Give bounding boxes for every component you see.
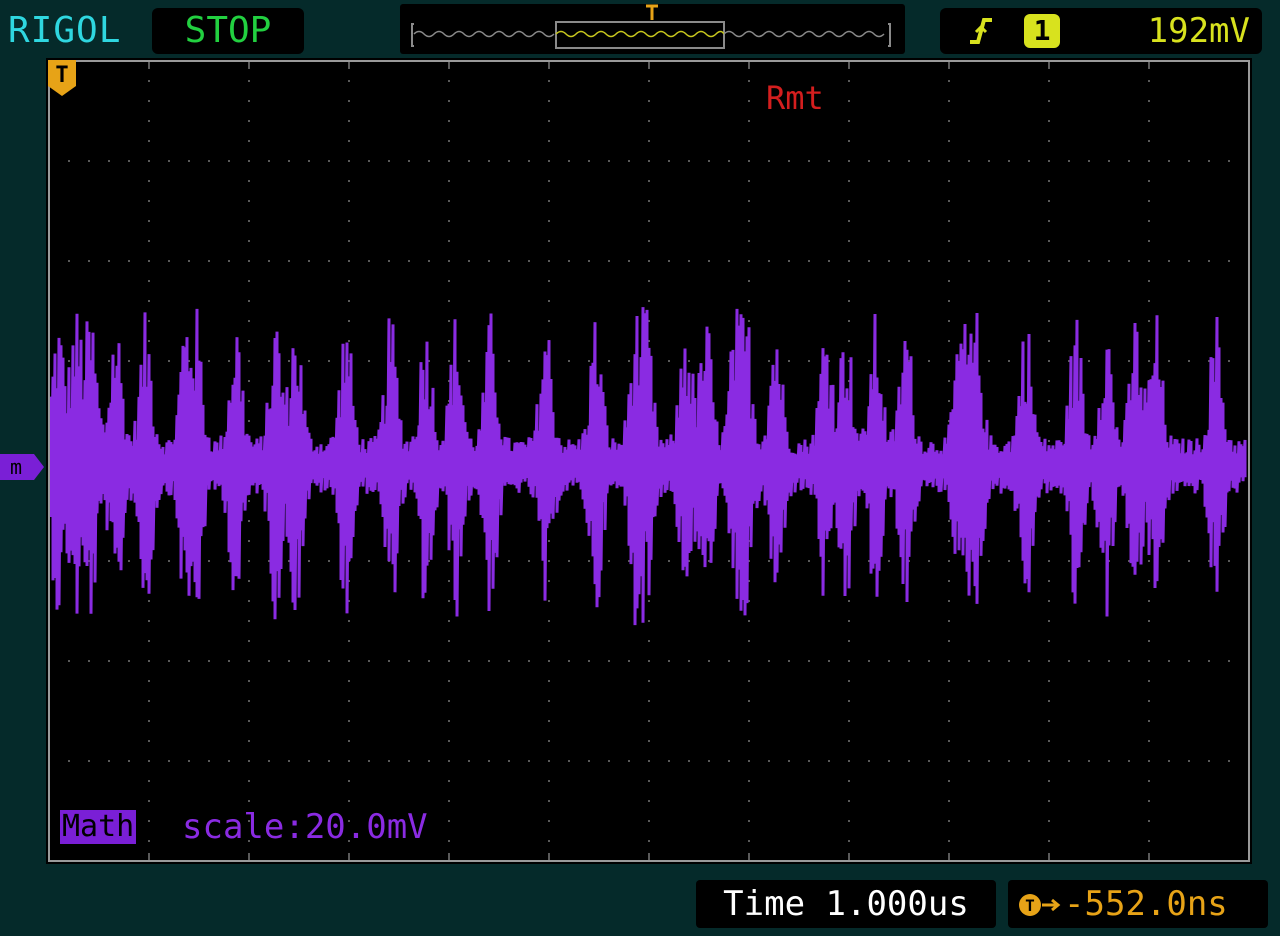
math-reference-marker-icon[interactable]: m (0, 452, 46, 482)
trigger-offset-icon: T (1019, 894, 1061, 916)
svg-text:T: T (55, 63, 68, 88)
trigger-source-badge: 1 (1024, 14, 1060, 48)
math-ref-marker-label: m (10, 455, 22, 479)
math-trace (49, 307, 1247, 626)
trigger-offset-value: -552.0ns (1064, 884, 1228, 924)
trigger-level: 192mV (1147, 11, 1250, 51)
trigger-mode-text: Rmt (766, 79, 824, 117)
math-channel-label: Math (60, 809, 137, 844)
run-stop-status[interactable]: STOP (152, 8, 304, 54)
math-scale-readout: scale:20.0mV (182, 807, 428, 847)
trigger-position-top-icon (646, 4, 658, 20)
waveform-display[interactable]: T Rmt Math scale:20.0mV (46, 58, 1252, 864)
trigger-time-offset[interactable]: T -552.0ns (1008, 880, 1268, 928)
memory-overview-bar (400, 4, 905, 54)
svg-text:T: T (1025, 896, 1035, 915)
trigger-mode-icon: T (48, 60, 76, 96)
waveform-canvas (48, 60, 1250, 862)
rising-edge-icon (970, 18, 992, 44)
brand-logo: RIGOL (8, 10, 122, 51)
time-base-readout[interactable]: Time 1.000us (696, 880, 996, 928)
trigger-settings[interactable]: 1 192mV (940, 8, 1262, 54)
